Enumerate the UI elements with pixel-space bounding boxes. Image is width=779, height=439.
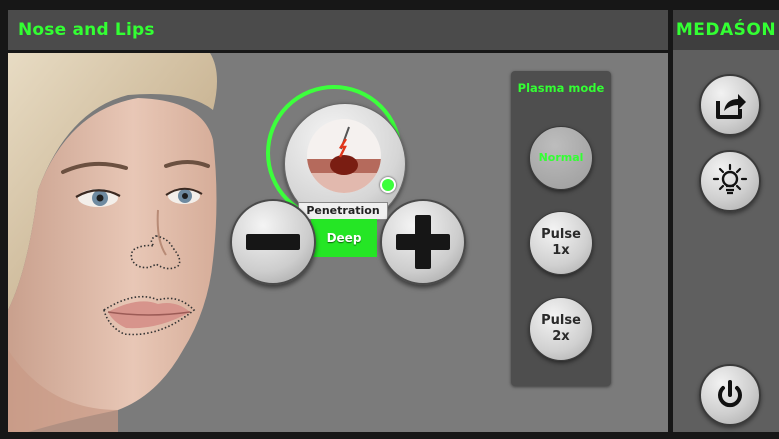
mode-label: Pulse 2x: [541, 313, 581, 344]
app-window: Nose and Lips Penetration Deep Plasma mo…: [0, 0, 779, 439]
light-button[interactable]: [699, 150, 761, 212]
power-icon: [718, 380, 742, 408]
mode-label: Normal: [538, 151, 584, 164]
plasma-mode-panel: Plasma mode Normal Pulse 1x Pulse 2x: [511, 71, 611, 386]
depth-value: Deep: [311, 219, 377, 257]
depth-indicator-dot: [380, 177, 396, 193]
brand-logo: MEDAŚON: [673, 10, 779, 50]
mode-normal-button[interactable]: Normal: [529, 126, 593, 190]
mode-pulse-1x-button[interactable]: Pulse 1x: [529, 211, 593, 275]
lightbulb-icon: [712, 163, 748, 195]
mode-pulse-2x-button[interactable]: Pulse 2x: [529, 297, 593, 361]
increase-depth-button[interactable]: [380, 199, 466, 285]
face-illustration: [8, 53, 217, 432]
plasma-mode-title: Plasma mode: [517, 81, 605, 95]
sidebar: MEDAŚON: [673, 10, 779, 432]
export-button[interactable]: [699, 74, 761, 136]
page-title: Nose and Lips: [18, 20, 155, 40]
penetration-label: Penetration: [298, 202, 388, 220]
mode-label: Pulse 1x: [541, 227, 581, 258]
export-icon: [716, 94, 746, 119]
header-bar: Nose and Lips: [8, 10, 668, 50]
skin-penetration-icon: [307, 119, 381, 193]
decrease-depth-button[interactable]: [230, 199, 316, 285]
treatment-area: Penetration Deep Plasma mode Normal Puls…: [8, 53, 668, 432]
power-button[interactable]: [699, 364, 761, 426]
